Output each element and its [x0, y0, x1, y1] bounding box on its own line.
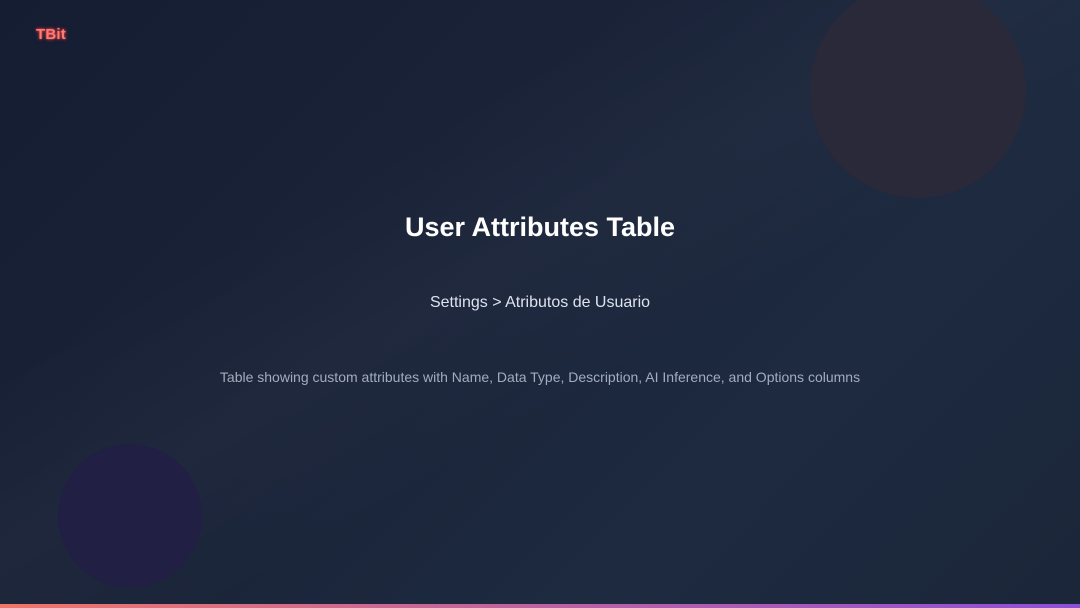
decorative-circle-top-right	[810, 0, 1026, 198]
breadcrumb: Settings > Atributos de Usuario	[429, 294, 651, 311]
bottom-accent-bar	[0, 604, 1080, 608]
page-description: Table showing custom attributes with Nam…	[219, 369, 861, 385]
brand-logo: TBit	[36, 26, 66, 43]
page-title: User Attributes Table	[404, 212, 676, 242]
decorative-circle-bottom-left	[58, 444, 202, 588]
